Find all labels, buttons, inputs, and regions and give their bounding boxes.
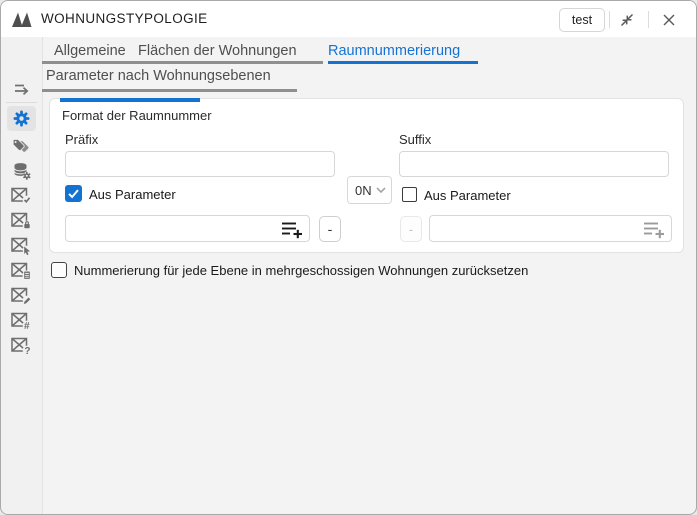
collapse-window-icon [619, 12, 635, 28]
settings-gear-icon [13, 110, 30, 127]
subtab-parameter-nach-wohnungsebenen[interactable]: Parameter nach Wohnungsebenen [46, 68, 271, 84]
suffix-parameter-field[interactable] [429, 215, 672, 242]
prefix-parameter-input[interactable] [74, 220, 281, 237]
tab-underline-inactive [42, 61, 323, 64]
panel-tab-indicator [60, 98, 200, 102]
panel-tab-format-der-raumnummer[interactable]: Format der Raumnummer [62, 108, 212, 123]
chevron-down-icon [376, 186, 386, 194]
dialog-window: WOHNUNGSTYPOLOGIE test [0, 0, 697, 515]
subtab-underline [42, 89, 297, 92]
sidebar-item-param-number[interactable]: # [7, 308, 36, 333]
zone-hash-icon: # [11, 312, 32, 330]
sidebar-item-data-settings[interactable] [7, 158, 36, 183]
profile-badge-button[interactable]: test [559, 8, 605, 32]
titlebar-separator [609, 11, 610, 28]
zone-pencil-icon [11, 287, 32, 305]
playlist-add-icon[interactable] [643, 219, 665, 239]
suffix-aus-parameter-checkbox[interactable] [402, 187, 417, 202]
prefix-aus-parameter-checkbox[interactable] [65, 185, 82, 202]
sidebar-item-tags[interactable] [7, 134, 36, 159]
sidebar-item-param-unknown[interactable]: ? [7, 333, 36, 358]
tags-icon [12, 138, 31, 155]
tab-underline-active [328, 61, 478, 64]
sidebar-item-param-edit[interactable] [7, 283, 36, 308]
suffix-label: Suffix [399, 132, 431, 147]
number-format-select[interactable]: 0N [347, 176, 392, 204]
close-button[interactable] [655, 8, 682, 31]
sidebar: # ? [1, 37, 43, 514]
sidebar-divider [6, 102, 37, 103]
tab-raumnummerierung[interactable]: Raumnummerierung [328, 43, 460, 59]
prefix-aus-parameter-label: Aus Parameter [89, 187, 176, 202]
collapse-window-button[interactable] [613, 8, 640, 31]
suffix-input[interactable] [399, 151, 669, 177]
titlebar-separator [648, 11, 649, 28]
playlist-add-icon[interactable] [281, 219, 303, 239]
suffix-aus-parameter-label: Aus Parameter [424, 188, 511, 203]
title-bar: WOHNUNGSTYPOLOGIE test [1, 1, 696, 37]
window-title: WOHNUNGSTYPOLOGIE [41, 11, 208, 26]
sidebar-item-param-calculate[interactable] [7, 258, 36, 283]
prefix-input[interactable] [65, 151, 335, 177]
number-format-value: 0N [355, 183, 376, 198]
prefix-remove-button[interactable]: - [319, 216, 341, 242]
sidebar-expand-button[interactable] [9, 79, 35, 99]
prefix-label: Präfix [65, 132, 98, 147]
sidebar-item-param-check[interactable] [7, 183, 36, 208]
database-gear-icon [13, 162, 31, 180]
svg-text:#: # [24, 321, 30, 330]
tab-allgemeine[interactable]: Allgemeine [54, 43, 126, 59]
sidebar-item-settings[interactable] [7, 106, 36, 131]
expand-panel-icon [12, 81, 32, 97]
zone-calculator-icon [11, 262, 32, 280]
reset-numbering-checkbox[interactable] [51, 262, 67, 278]
suffix-parameter-input[interactable] [438, 220, 643, 237]
reset-numbering-label: Nummerierung für jede Ebene in mehrgesch… [74, 263, 528, 278]
suffix-remove-button[interactable]: - [400, 216, 422, 242]
tab-flaechen-der-wohnungen[interactable]: Flächen der Wohnungen [138, 43, 297, 59]
app-logo-icon [10, 9, 34, 29]
sidebar-item-param-lock[interactable] [7, 208, 36, 233]
close-icon [662, 13, 676, 27]
zone-question-icon: ? [11, 337, 32, 355]
prefix-parameter-field[interactable] [65, 215, 310, 242]
format-der-raumnummer-panel: Format der Raumnummer Präfix Suffix 0N A… [49, 98, 684, 253]
zone-lock-icon [11, 212, 32, 230]
sidebar-item-param-select[interactable] [7, 233, 36, 258]
svg-text:?: ? [24, 346, 30, 355]
zone-cursor-icon [11, 237, 32, 255]
zone-check-icon [11, 187, 32, 205]
